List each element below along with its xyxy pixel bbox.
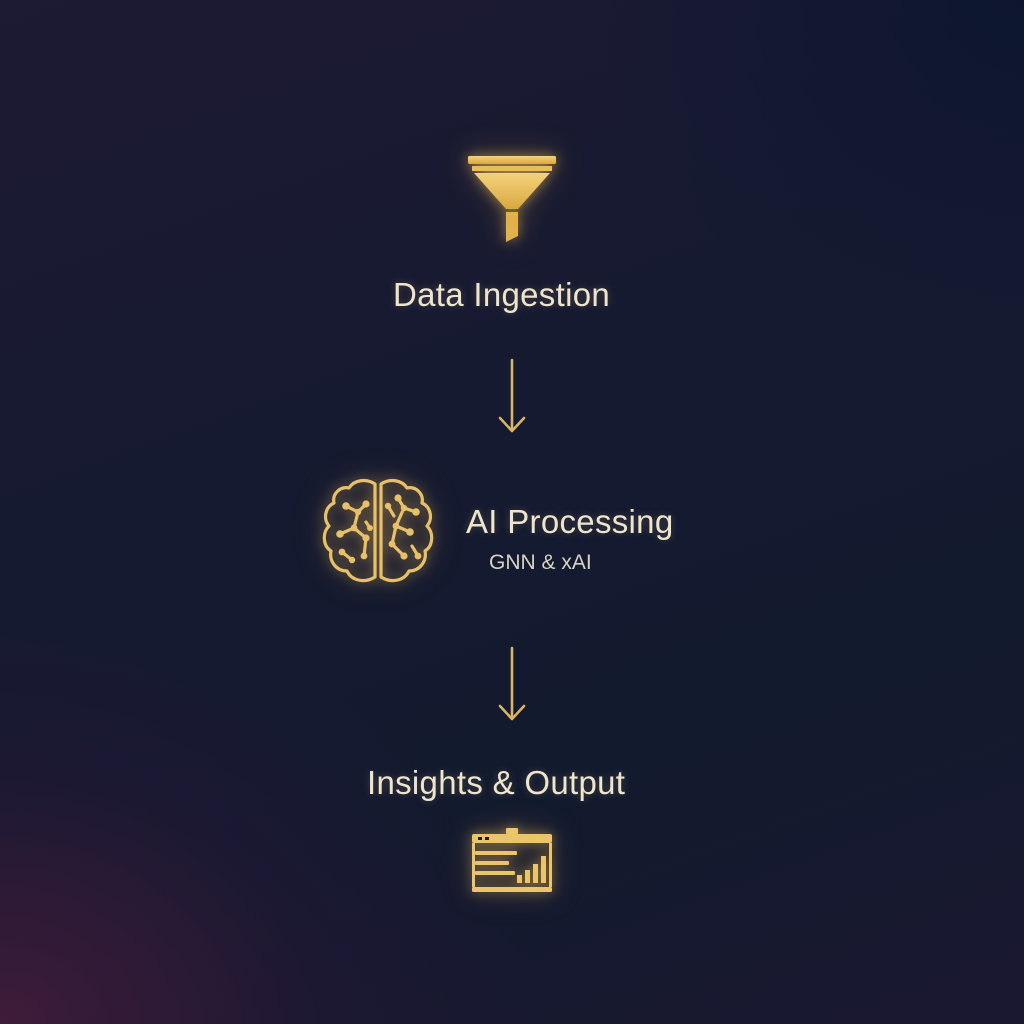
funnel-icon — [468, 156, 556, 242]
flow-diagram: Data Ingestion AI Processing GNN & xAI I… — [0, 0, 1024, 1024]
dashboard-chart-icon — [472, 828, 552, 892]
brain-circuit-icon — [322, 478, 434, 583]
arrow-down-icon — [498, 358, 526, 433]
step-label-ai-processing: AI Processing — [466, 503, 674, 540]
step-label-insights-output: Insights & Output — [367, 764, 626, 801]
arrow-down-icon — [498, 646, 526, 721]
step-sublabel-gnn-xai: GNN & xAI — [489, 551, 592, 574]
step-label-data-ingestion: Data Ingestion — [393, 276, 611, 313]
